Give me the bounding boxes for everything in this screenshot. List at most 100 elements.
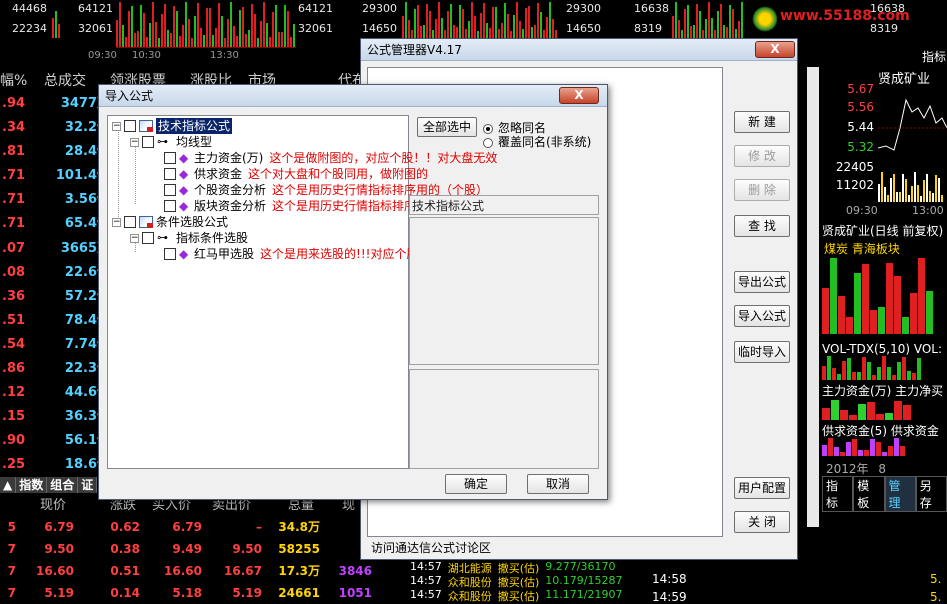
ticker-action: 撤买(估): [497, 562, 540, 575]
collapse-icon[interactable]: −: [130, 233, 139, 243]
bottom-tab[interactable]: 证: [78, 477, 98, 493]
sector-row[interactable]: .94 3477万: [0, 92, 112, 116]
tree-node-item2[interactable]: ◆ 供求资金 这个对大盘和个股同用，做附图的: [164, 166, 428, 182]
fm-delete-button[interactable]: 删 除: [734, 179, 790, 201]
rp-indicator-label[interactable]: 指标: [922, 48, 946, 65]
fm-export-button[interactable]: 导出公式: [734, 271, 790, 293]
tree-node-item5[interactable]: ◆ 红马甲选股 这个是用来选股的!!!对应个股!: [164, 246, 423, 262]
sector-row[interactable]: .07 3665万: [0, 237, 112, 261]
collapse-icon[interactable]: −: [112, 217, 121, 227]
tree-checkbox[interactable]: [164, 168, 176, 180]
bottom-tab[interactable]: 组合: [47, 477, 79, 493]
decor-bar: [893, 174, 895, 202]
sector-row[interactable]: .12 44.6亿: [0, 381, 112, 405]
fm-titlebar[interactable]: 公式管理器V4.17 X: [361, 39, 797, 61]
decor-bar: [447, 11, 449, 38]
rp-tab[interactable]: 管理: [884, 476, 916, 512]
fm-scrollbar[interactable]: [807, 67, 819, 527]
tree-node-group1[interactable]: − ⊶ 均线型: [130, 134, 212, 150]
tree-label-item2: 供求资金: [194, 167, 243, 181]
sector-row[interactable]: .34 32.2亿: [0, 116, 112, 140]
ok-button[interactable]: 确定: [445, 474, 507, 494]
quote-cell-price: 5.19: [44, 586, 74, 600]
sector-row[interactable]: .71 101.4亿: [0, 164, 112, 188]
quote-row[interactable]: 7 16.60 0.51 16.60 16.67 17.3万 3846: [0, 560, 372, 582]
chart6-bars: [672, 2, 746, 38]
tree-node-group2[interactable]: − ⊶ 指标条件选股: [130, 230, 248, 246]
sector-pct: .25: [2, 457, 26, 473]
decor-bar: [714, 30, 716, 38]
sector-row[interactable]: .71 3.56亿: [0, 188, 112, 212]
rp-vol-bars: [822, 356, 947, 380]
fm-find-button[interactable]: 查 找: [734, 215, 790, 237]
radio-overwrite-option[interactable]: 覆盖同名(非系统): [483, 133, 591, 150]
select-all-button[interactable]: 全部选中: [417, 117, 477, 137]
sector-row[interactable]: .86 22.3亿: [0, 357, 112, 381]
collapse-icon[interactable]: −: [112, 121, 121, 131]
tree-node-item1[interactable]: ◆ 主力资金(万) 这个是做附图的，对应个股！！对大盘无效: [164, 150, 497, 166]
tree-checkbox[interactable]: [164, 152, 176, 164]
tree-checkbox[interactable]: [164, 248, 176, 260]
formula-tree[interactable]: − 技术指标公式 − ⊶ 均线型 ◆ 主力资金(万) 这个是做附图的，对应个股！…: [107, 115, 497, 469]
chart1-bars: [52, 4, 72, 38]
decor-bar: [275, 4, 277, 47]
tree-checkbox[interactable]: [124, 120, 136, 132]
tree-checkbox[interactable]: [142, 232, 154, 244]
tree-node-root2[interactable]: − 条件选股公式: [112, 214, 228, 230]
tree-checkbox[interactable]: [124, 216, 136, 228]
qh-price[interactable]: 现价: [40, 496, 66, 516]
sector-row[interactable]: .90 56.1亿: [0, 429, 112, 453]
sector-row[interactable]: .36 57.2亿: [0, 285, 112, 309]
tree-node-root1[interactable]: − 技术指标公式: [112, 118, 233, 134]
radio-overwrite[interactable]: [483, 137, 493, 148]
decor-bar: [735, 29, 737, 38]
tree-checkbox[interactable]: [142, 136, 154, 148]
rp-tab[interactable]: 指标: [822, 476, 854, 512]
decor-bar: [227, 18, 229, 47]
cancel-button[interactable]: 取消: [527, 474, 589, 494]
tree-label-root2: 条件选股公式: [156, 215, 229, 229]
fm-import-button[interactable]: 导入公式: [734, 305, 790, 327]
quote-row[interactable]: 79.500.389.499.50582557: [0, 538, 372, 560]
decor-bar: [896, 192, 898, 202]
sector-row[interactable]: .54 7.74亿: [0, 333, 112, 357]
fm-close-dialog-button[interactable]: 关 闭: [734, 511, 790, 533]
sector-pct: .86: [2, 361, 26, 377]
decor-bar: [480, 13, 482, 38]
tree-checkbox[interactable]: [164, 200, 176, 212]
import-titlebar[interactable]: 导入公式 X: [99, 85, 607, 107]
import-close-button[interactable]: X: [559, 87, 599, 104]
rp-tab[interactable]: 模板: [853, 476, 885, 512]
sector-row[interactable]: .08 22.6亿: [0, 261, 112, 285]
quote-row[interactable]: 5 6.79 0.62 6.79 – 34.8万: [0, 516, 370, 538]
decor-bar: [675, 2, 677, 38]
quote-row[interactable]: 7 5.19 0.14 5.18 5.19 24661 1051: [0, 582, 372, 604]
fm-user-config-button[interactable]: 用户配置: [734, 477, 790, 499]
decor-bar: [263, 2, 265, 47]
header-total-volume[interactable]: 总成交: [44, 70, 86, 90]
fm-modify-button[interactable]: 修 改: [734, 145, 790, 167]
decor-bar: [215, 27, 217, 47]
sector-row[interactable]: .81 28.4亿: [0, 140, 112, 164]
fm-new-button[interactable]: 新 建: [734, 111, 790, 133]
chart5-value-b: 14650: [566, 22, 601, 35]
sector-row[interactable]: .15 36.3亿: [0, 405, 112, 429]
radio-ignore[interactable]: [483, 123, 493, 134]
sector-volume: 28.4亿: [64, 144, 110, 160]
rp-tab[interactable]: 另存: [915, 476, 947, 512]
rp-supply-bars: [822, 438, 947, 456]
fm-close-button[interactable]: X: [755, 41, 795, 58]
formula-diamond-icon: ◆: [179, 199, 189, 213]
sector-row[interactable]: .51 78.4亿: [0, 309, 112, 333]
sector-row[interactable]: .25 18.6亿: [0, 453, 112, 477]
decor-bar: [687, 4, 689, 38]
sector-row[interactable]: .71 65.4亿: [0, 212, 112, 236]
tree-checkbox[interactable]: [164, 184, 176, 196]
rp-kline-title: 贤成矿业(日线 前复权): [822, 224, 944, 238]
fm-footer-link[interactable]: 访问通达信公式讨论区: [371, 539, 491, 556]
fm-temp-import-button[interactable]: 临时导入: [734, 341, 790, 363]
header-pct[interactable]: 幅%: [0, 70, 27, 90]
bottom-tab[interactable]: 指数: [16, 477, 48, 493]
bottom-tab[interactable]: ▲: [0, 477, 17, 493]
collapse-icon[interactable]: −: [130, 137, 139, 147]
